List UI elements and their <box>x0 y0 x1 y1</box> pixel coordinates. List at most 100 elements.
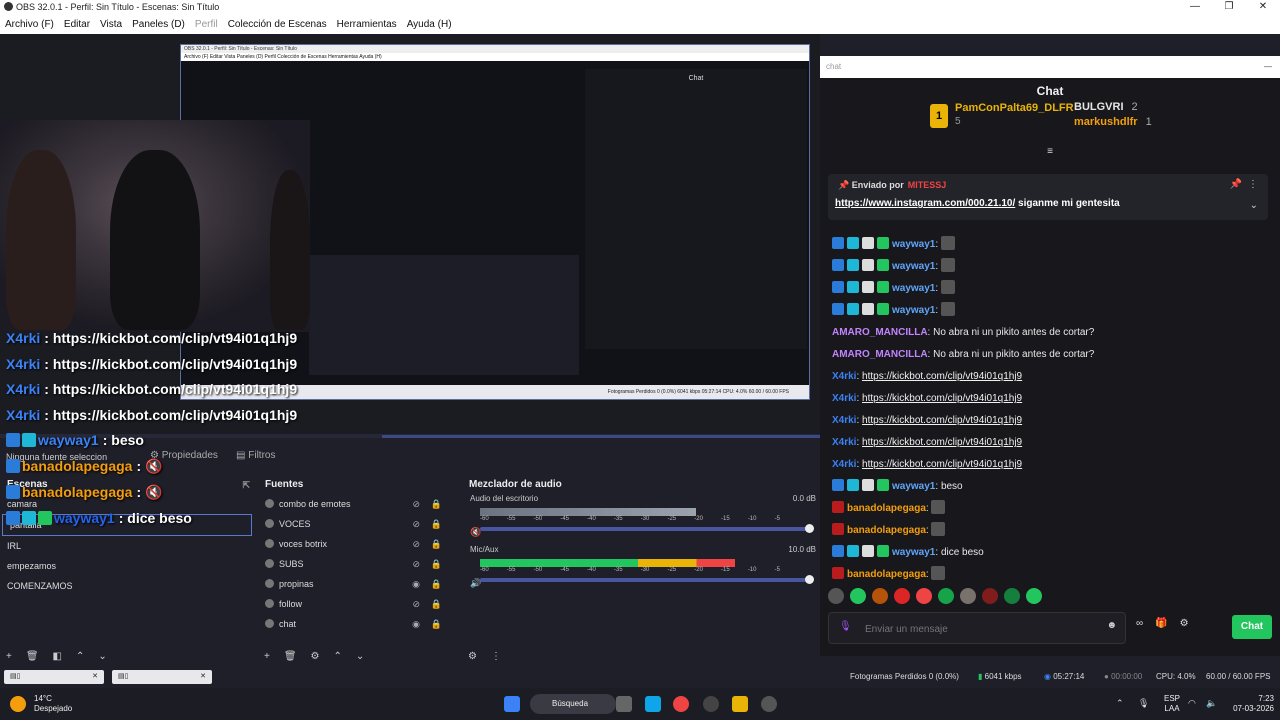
eye-visible-icon[interactable]: ◉ <box>412 614 420 634</box>
popout-icon[interactable]: ⇱ <box>242 476 250 494</box>
trash-icon[interactable]: 🗑 <box>284 651 297 662</box>
chat-message[interactable]: wayway1: dice beso <box>832 542 1262 564</box>
chat-link[interactable]: https://kickbot.com/clip/vt94i01q1hj9 <box>862 415 1022 426</box>
chat-message[interactable]: wayway1: <box>832 300 1262 322</box>
lock-icon[interactable]: 🔒 <box>431 514 442 534</box>
maximize-button[interactable]: ❐ <box>1212 0 1246 14</box>
chat-username[interactable]: wayway1 <box>892 547 935 558</box>
trash-icon[interactable]: 🗑 <box>26 651 39 662</box>
weather-widget[interactable]: 14°C Despejado <box>34 694 72 714</box>
chat-message[interactable]: AMARO_MANCILLA: No abra ni un pikito ant… <box>832 322 1262 344</box>
chat-link[interactable]: https://kickbot.com/clip/vt94i01q1hj9 <box>862 371 1022 382</box>
pin-icon[interactable]: 📌 <box>1230 179 1242 190</box>
volume-slider[interactable] <box>480 575 814 584</box>
menu-ayuda[interactable]: Ayuda (H) <box>402 19 457 30</box>
emote-icon[interactable] <box>960 588 976 604</box>
chat-message[interactable]: X4rki: https://kickbot.com/clip/vt94i01q… <box>832 454 1262 476</box>
chat-link[interactable]: https://kickbot.com/clip/vt94i01q1hj9 <box>862 459 1022 470</box>
chat-message[interactable]: banadolapegaga: <box>832 520 1262 542</box>
mic-tray-icon[interactable]: 🎙 <box>1138 698 1149 709</box>
chat-username[interactable]: X4rki <box>832 459 856 470</box>
minimize-button[interactable]: — <box>1178 0 1212 14</box>
chat-message[interactable]: wayway1: <box>832 234 1262 256</box>
chat-username[interactable]: banadolapegaga <box>847 569 926 580</box>
taskbar-search[interactable]: Búsqueda <box>530 694 616 714</box>
close-icon[interactable]: ✕ <box>200 670 206 684</box>
pinned-link[interactable]: https://www.instagram.com/000.21.10/ <box>835 198 1015 209</box>
volume-slider[interactable] <box>480 524 814 533</box>
clock[interactable]: 7:23 07-03-2026 <box>1233 694 1274 714</box>
move-up-icon[interactable]: ⌃ <box>334 651 342 662</box>
gifter-third[interactable]: markushdlfr 1 <box>1074 116 1152 128</box>
file-explorer-icon[interactable] <box>732 696 748 712</box>
volume-icon[interactable]: 🔈 <box>1206 698 1217 709</box>
lock-icon[interactable]: 🔒 <box>431 614 442 634</box>
preview-scroll-bar[interactable] <box>382 435 820 438</box>
menu-vista[interactable]: Vista <box>95 19 127 30</box>
gifter-second[interactable]: BULGVRI 2 <box>1074 101 1138 113</box>
source-item[interactable]: VOCES ⊘ 🔒 <box>258 514 458 534</box>
add-icon[interactable]: + <box>264 651 270 662</box>
eye-hidden-icon[interactable]: ⊘ <box>412 534 420 554</box>
chat-message[interactable]: wayway1: <box>832 256 1262 278</box>
chat-message[interactable]: X4rki: https://kickbot.com/clip/vt94i01q… <box>832 366 1262 388</box>
chat-message[interactable]: wayway1: <box>832 278 1262 300</box>
source-item[interactable]: SUBS ⊘ 🔒 <box>258 554 458 574</box>
send-chat-button[interactable]: Chat <box>1232 615 1272 639</box>
emote-icon[interactable] <box>938 588 954 604</box>
gear-icon[interactable]: ⚙ <box>1180 618 1189 629</box>
language-indicator[interactable]: ESP LAA <box>1164 694 1180 714</box>
emoji-icon[interactable]: ☻ <box>1106 620 1117 631</box>
pinned-message[interactable]: 📌 Enviado por MITESSJ https://www.instagr… <box>828 174 1268 220</box>
move-down-icon[interactable]: ⌄ <box>356 651 364 662</box>
chat-message[interactable]: X4rki: https://kickbot.com/clip/vt94i01q… <box>832 410 1262 432</box>
media-player-icon[interactable] <box>761 696 777 712</box>
chat-message[interactable]: AMARO_MANCILLA: No abra ni un pikito ant… <box>832 344 1262 366</box>
windows-start-icon[interactable] <box>504 696 520 712</box>
wifi-icon[interactable]: ◠ <box>1188 698 1196 709</box>
chrome-icon[interactable] <box>673 696 689 712</box>
chat-message[interactable]: banadolapegaga: <box>832 564 1262 586</box>
chat-message-input[interactable] <box>863 619 1097 639</box>
chat-message[interactable]: X4rki: https://kickbot.com/clip/vt94i01q… <box>832 388 1262 410</box>
slider-knob[interactable] <box>805 524 814 533</box>
chat-username[interactable]: banadolapegaga <box>847 525 926 536</box>
eye-hidden-icon[interactable]: ⊘ <box>412 554 420 574</box>
add-icon[interactable]: + <box>6 651 12 662</box>
source-item[interactable]: voces botrix ⊘ 🔒 <box>258 534 458 554</box>
emote-icon[interactable] <box>1004 588 1020 604</box>
lock-icon[interactable]: 🔒 <box>431 494 442 514</box>
weather-icon[interactable] <box>10 696 26 712</box>
chat-username[interactable]: wayway1 <box>892 283 935 294</box>
chat-username[interactable]: AMARO_MANCILLA <box>832 327 928 338</box>
chat-username[interactable]: wayway1 <box>892 239 935 250</box>
lock-icon[interactable]: 🔒 <box>431 554 442 574</box>
chat-message[interactable]: banadolapegaga: <box>832 498 1262 520</box>
menu-editar[interactable]: Editar <box>59 19 95 30</box>
chat-username[interactable]: AMARO_MANCILLA <box>832 349 928 360</box>
eye-hidden-icon[interactable]: ⊘ <box>412 514 420 534</box>
chat-input-box[interactable]: 🎙 ☻ <box>828 612 1126 644</box>
more-options-icon[interactable]: ⋮ <box>1248 179 1258 190</box>
emote-icon[interactable] <box>982 588 998 604</box>
menu-archivo[interactable]: Archivo (F) <box>0 19 59 30</box>
lock-icon[interactable]: 🔒 <box>431 534 442 554</box>
close-icon[interactable]: ✕ <box>92 670 98 684</box>
eye-visible-icon[interactable]: ◉ <box>412 574 420 594</box>
lock-icon[interactable]: 🔒 <box>431 574 442 594</box>
chat-username[interactable]: X4rki <box>832 371 856 382</box>
minimize-icon[interactable]: — <box>1264 56 1272 78</box>
emote-icon[interactable] <box>1026 588 1042 604</box>
menu-paneles[interactable]: Paneles (D) <box>127 19 190 30</box>
chat-username[interactable]: X4rki <box>832 415 856 426</box>
chat-username[interactable]: banadolapegaga <box>847 503 926 514</box>
minimized-window[interactable]: ▤▯ ✕ <box>112 670 212 684</box>
chat-username[interactable]: wayway1 <box>892 481 935 492</box>
move-up-icon[interactable]: ⌃ <box>76 651 84 662</box>
edge-icon[interactable] <box>645 696 661 712</box>
task-view-icon[interactable] <box>616 696 632 712</box>
emote-icon[interactable] <box>872 588 888 604</box>
chat-message[interactable]: X4rki: https://kickbot.com/clip/vt94i01q… <box>832 432 1262 454</box>
emote-icon[interactable] <box>916 588 932 604</box>
obs-icon[interactable] <box>703 696 719 712</box>
